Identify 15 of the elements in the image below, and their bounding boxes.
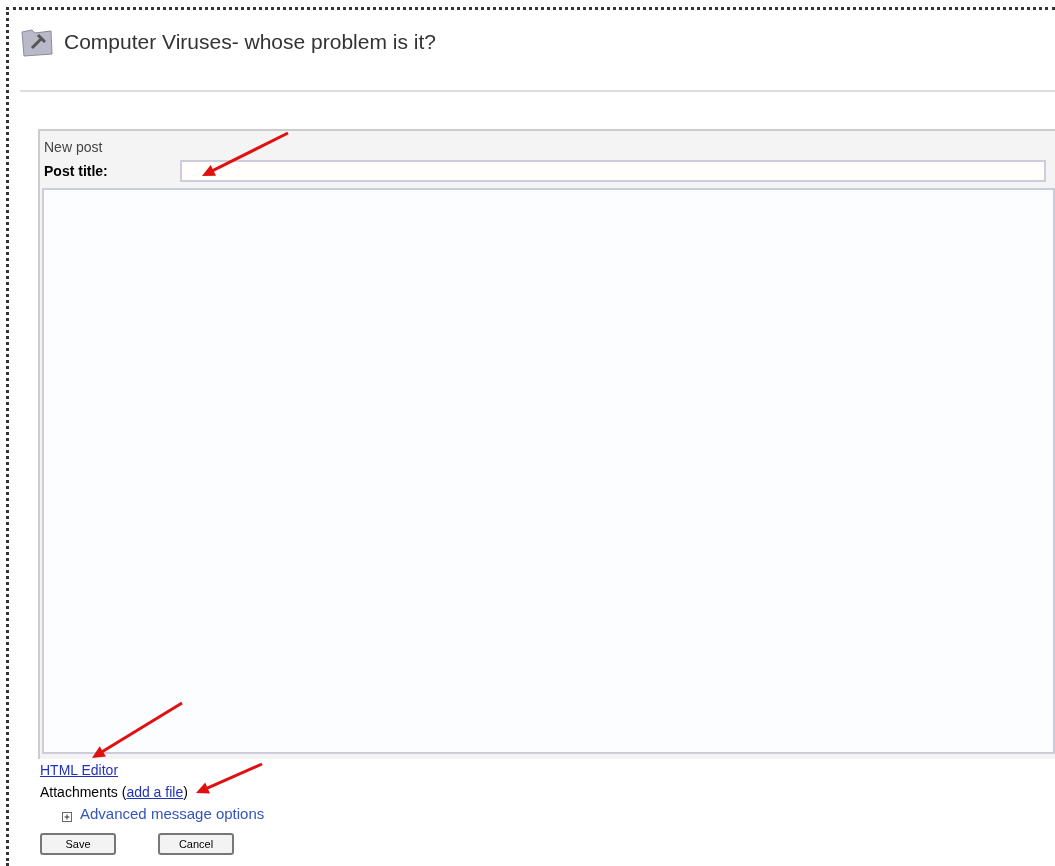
form-button[interactable]: Save — [40, 833, 116, 855]
html-editor-link[interactable]: HTML Editor — [40, 760, 119, 781]
annotation-arrow — [196, 762, 263, 794]
attachments-label: Attachments ( — [40, 783, 127, 802]
post-title-field[interactable] — [180, 160, 1046, 182]
advanced-options-link[interactable]: Advanced message options — [80, 802, 265, 825]
field-label: Post title: — [43, 161, 109, 181]
form-button[interactable]: Cancel — [158, 833, 234, 855]
expand-icon[interactable] — [62, 812, 72, 822]
form-heading: New post — [43, 138, 104, 157]
add-file-link[interactable]: add a file — [126, 782, 184, 803]
attachments-label: ) — [183, 783, 188, 802]
page-title: Computer Viruses- whose problem is it? — [64, 29, 436, 56]
message-editor[interactable] — [42, 188, 1055, 754]
folder-pin-icon — [20, 26, 54, 58]
